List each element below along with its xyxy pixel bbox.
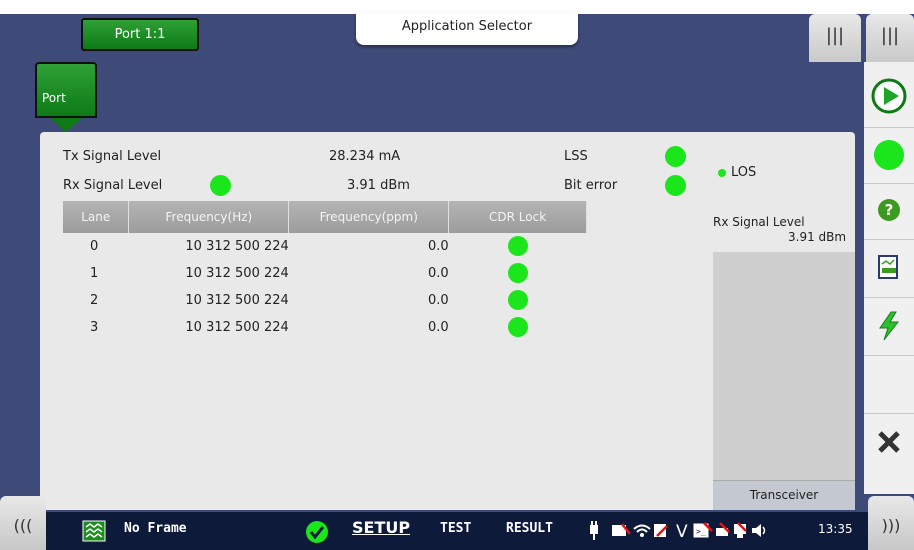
frame-icon <box>82 520 106 542</box>
start-button[interactable] <box>864 70 914 128</box>
frame-status-label: No Frame <box>124 521 187 536</box>
lane-cell: 2 <box>90 293 99 308</box>
menu-button-2[interactable]: ||| <box>866 14 914 64</box>
report-button[interactable] <box>864 240 914 298</box>
wifi-icon <box>633 524 651 537</box>
rx-signal-led <box>210 175 231 196</box>
bluetooth-off-icon <box>654 524 668 537</box>
cdr-lock-cell <box>449 287 587 314</box>
table-header-row: Lane Frequency(Hz) Frequency(ppm) CDR Lo… <box>63 201 587 233</box>
lss-led <box>665 146 686 167</box>
play-icon <box>871 78 907 114</box>
frequency-hz-cell: 10 312 500 224 <box>185 320 289 335</box>
frequency-hz-cell: 10 312 500 224 <box>185 239 289 254</box>
status-indicator <box>864 128 914 184</box>
col-header-frequency-hz: Frequency(Hz) <box>128 201 290 233</box>
system-status-icons: V >_ <box>590 521 766 542</box>
v-icon: V <box>676 522 688 542</box>
svg-text:?: ? <box>885 201 894 219</box>
frequency-hz-cell: 10 312 500 224 <box>185 293 289 308</box>
cdr-lock-cell <box>449 233 587 260</box>
test-tab[interactable]: TEST <box>440 521 471 536</box>
satellite-off-icon <box>716 522 730 536</box>
help-icon: ? <box>878 199 900 221</box>
cdr-lock-cell <box>449 260 587 287</box>
tab-port[interactable]: Port <box>35 62 97 118</box>
col-header-lane: Lane <box>63 201 130 233</box>
tx-signal-label: Tx Signal Level <box>63 149 162 164</box>
cdr-lock-led <box>507 263 528 283</box>
event-button[interactable] <box>864 298 914 356</box>
los-led <box>718 169 726 177</box>
camera-off-icon <box>612 523 631 536</box>
setup-tab[interactable]: SETUP <box>352 518 410 537</box>
check-icon <box>306 521 328 543</box>
table-row: 3 10 312 500 224 0.0 <box>63 314 587 341</box>
frequency-ppm-cell: 0.0 <box>427 293 449 308</box>
cdr-lock-cell <box>449 314 587 341</box>
table-row: 2 10 312 500 224 0.0 <box>63 287 587 314</box>
lightning-icon <box>879 311 900 341</box>
side-panel-title: Rx Signal Level <box>713 215 805 229</box>
close-icon <box>878 431 900 453</box>
status-led-icon <box>874 140 904 170</box>
rx-signal-value: 3.91 dBm <box>347 178 410 193</box>
port-tab[interactable]: Port 1:1 <box>81 18 199 51</box>
sub-header <box>0 62 864 132</box>
scroll-left-button[interactable]: ((( <box>0 496 46 550</box>
col-header-frequency-ppm: Frequency(ppm) <box>288 201 450 233</box>
close-button[interactable] <box>864 414 914 472</box>
lane-cell: 0 <box>90 239 99 254</box>
scroll-right-button[interactable]: ))) <box>868 496 914 550</box>
lane-cell: 1 <box>90 266 99 281</box>
cdr-lock-led <box>507 317 528 337</box>
side-panel-value: 3.91 dBm <box>788 230 847 244</box>
col-header-cdr-lock: CDR Lock <box>448 201 587 233</box>
rx-signal-label: Rx Signal Level <box>63 178 163 193</box>
lane-table: Lane Frequency(Hz) Frequency(ppm) CDR Lo… <box>63 201 587 341</box>
terminal-off-icon: >_ <box>693 522 713 538</box>
los-label: LOS <box>731 165 757 180</box>
frequency-ppm-cell: 0.0 <box>427 320 449 335</box>
power-plug-icon <box>590 521 598 540</box>
svg-text:V: V <box>676 522 688 542</box>
table-row: 0 10 312 500 224 0.0 <box>63 233 587 260</box>
clock: 13:35 <box>818 522 853 536</box>
result-tab[interactable]: RESULT <box>506 521 553 536</box>
menu-button-1[interactable]: ||| <box>809 14 861 64</box>
tab-arrow-indicator <box>50 118 82 132</box>
help-button[interactable]: ? <box>864 184 914 240</box>
application-selector-button[interactable]: Application Selector <box>356 12 578 45</box>
svg-text:>_: >_ <box>696 527 706 536</box>
bit-error-led <box>665 175 686 196</box>
cdr-lock-led <box>507 290 528 310</box>
frequency-ppm-cell: 0.0 <box>427 266 449 281</box>
table-row: 1 10 312 500 224 0.0 <box>63 260 587 287</box>
bit-error-label: Bit error <box>564 178 618 193</box>
network-off-icon <box>734 522 747 538</box>
frequency-hz-cell: 10 312 500 224 <box>185 266 289 281</box>
cdr-lock-led <box>507 236 528 256</box>
frequency-ppm-cell: 0.0 <box>427 239 449 254</box>
lss-label: LSS <box>564 149 588 164</box>
speaker-icon <box>752 524 766 537</box>
lane-cell: 3 <box>90 320 99 335</box>
transceiver-button[interactable]: Transceiver <box>713 480 855 510</box>
toolbar-blank-slot <box>864 356 914 414</box>
tx-signal-value: 28.234 mA <box>329 149 401 164</box>
signal-level-graph <box>713 252 855 480</box>
report-icon <box>878 255 898 279</box>
